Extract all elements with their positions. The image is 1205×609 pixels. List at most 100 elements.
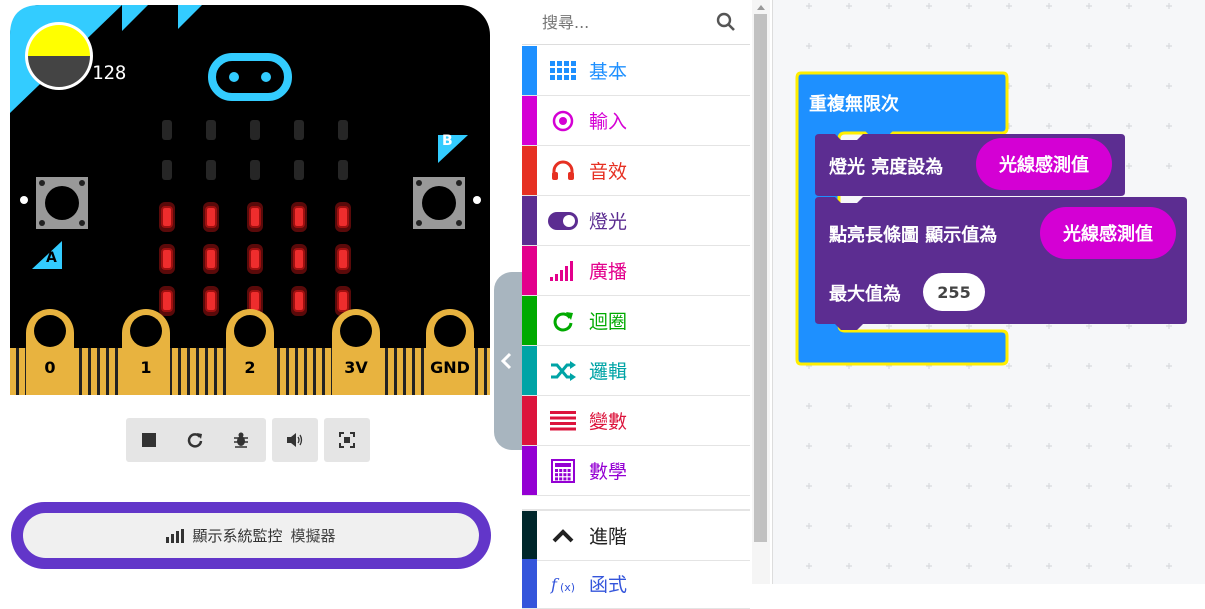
restart-button[interactable] (172, 418, 218, 462)
led-3-0 (161, 248, 173, 270)
light-sensor-reporter[interactable]: 光線感測值 (976, 138, 1112, 190)
sim-controls-screen (324, 418, 370, 462)
button-b[interactable] (413, 177, 465, 229)
signal-icon (537, 260, 589, 281)
led-2-3 (293, 206, 305, 228)
category-label: 音效 (589, 161, 628, 183)
category-label: 數學 (589, 461, 628, 483)
led-4-2 (249, 290, 261, 312)
led-4-3 (293, 290, 305, 312)
chevron-up-icon (537, 528, 589, 544)
toggle-icon (537, 211, 589, 230)
pin-label-2: 2 (244, 358, 256, 377)
stop-button[interactable] (126, 418, 172, 462)
category-color-bar (522, 511, 537, 560)
grid-icon (537, 60, 589, 81)
fullscreen-icon (339, 432, 355, 448)
pin-label-1: 1 (140, 358, 152, 377)
led-3-1 (205, 248, 217, 270)
toolbox-category-shuffle[interactable]: 邏輯 (522, 346, 750, 396)
monitor-container: 顯示系統監控 模擬器 (11, 502, 491, 569)
toolbox: 基本輸入音效燈光廣播迴圈邏輯變數數學進階 f(x)函式 (522, 0, 773, 609)
toolbox-category-lines[interactable]: 變數 (522, 396, 750, 446)
svg-text:f: f (550, 575, 560, 594)
category-label: 變數 (589, 411, 628, 433)
toolbox-category-signal[interactable]: 廣播 (522, 246, 750, 296)
category-color-bar (522, 346, 537, 395)
toolbox-category-function[interactable]: f (x) 函式 (522, 559, 750, 609)
category-label: 燈光 (589, 211, 628, 233)
category-color-bar (522, 446, 537, 495)
led-4-4 (337, 290, 349, 312)
toolbox-scroll-thumb[interactable] (754, 14, 767, 542)
toolbox-scrollbar[interactable] (752, 0, 770, 584)
headphones-icon (537, 160, 589, 182)
loop-icon (537, 310, 589, 332)
pin-label-0: 0 (44, 358, 56, 377)
light-level-value: 128 (92, 62, 127, 84)
toolbox-category-toggle[interactable]: 燈光 (522, 196, 750, 246)
toolbox-category-grid[interactable]: 基本 (522, 46, 750, 96)
category-color-bar (522, 246, 537, 295)
search-input[interactable] (522, 0, 734, 44)
bar-chart-icon (166, 528, 185, 543)
category-label: 基本 (589, 61, 628, 83)
toolbox-category-target[interactable]: 輸入 (522, 96, 750, 146)
led-2-2 (249, 206, 261, 228)
fullscreen-button[interactable] (324, 418, 370, 462)
pin-0[interactable] (26, 309, 74, 395)
chevron-left-icon (500, 352, 512, 370)
plot-bar-label: 點亮長條圖 顯示值為 (829, 225, 998, 246)
pin-1[interactable] (122, 309, 170, 395)
led-3-2 (249, 248, 261, 270)
category-color-bar (522, 296, 537, 345)
toolbox-category-headphones[interactable]: 音效 (522, 146, 750, 196)
button-a[interactable] (36, 177, 88, 229)
category-color-bar (522, 96, 537, 145)
pin-2[interactable] (226, 309, 274, 395)
pin-4[interactable] (426, 309, 474, 395)
max-value-input[interactable]: 255 (923, 273, 985, 311)
led-0-2 (250, 120, 260, 140)
blocks-workspace[interactable]: 重複無限次 燈光 亮度設為 光線感測值 點亮長條圖 顯示值為 最大值為 光線感測… (773, 0, 1205, 584)
category-color-bar (522, 46, 537, 95)
debug-icon (234, 432, 248, 448)
pin-3[interactable] (332, 309, 380, 395)
monitor-sub-label: 模擬器 (290, 527, 336, 545)
calculator-icon (537, 458, 589, 483)
category-label: 進階 (589, 526, 628, 548)
light-level-indicator[interactable] (25, 22, 93, 90)
led-0-3 (294, 120, 304, 140)
led-3-4 (337, 248, 349, 270)
button-a-label: A (46, 250, 57, 266)
led-0-0 (162, 120, 172, 140)
simulator-panel: 128 B A 0 1 2 3V GND 顯示系統監控 模擬器 (0, 0, 520, 584)
monitor-label: 顯示系統監控 (192, 527, 283, 545)
debug-button[interactable] (218, 418, 264, 462)
plot-value-reporter[interactable]: 光線感測值 (1040, 207, 1176, 259)
mute-button[interactable] (272, 418, 318, 462)
category-color-bar (522, 146, 537, 195)
toolbox-category-loop[interactable]: 迴圈 (522, 296, 750, 346)
category-label: 邏輯 (589, 361, 628, 383)
pin-label-3: 3V (344, 358, 368, 377)
toolbox-search (522, 0, 750, 45)
max-label: 最大值為 (829, 284, 901, 305)
stop-icon (142, 433, 156, 447)
button-b-label: B (442, 133, 453, 149)
target-icon (537, 110, 589, 132)
toolbox-category-chevron-up[interactable]: 進階 (522, 509, 750, 561)
shuffle-icon (537, 360, 589, 381)
restart-icon (187, 433, 203, 448)
led-0-4 (338, 120, 348, 140)
search-icon[interactable] (716, 12, 736, 32)
speaker-icon (287, 433, 303, 447)
microbit-board (10, 5, 490, 395)
toolbox-category-calculator[interactable]: 數學 (522, 446, 750, 496)
led-2-4 (337, 206, 349, 228)
category-color-bar (522, 396, 537, 445)
forever-label: 重複無限次 (809, 94, 899, 115)
svg-text:(x): (x) (560, 581, 575, 594)
category-label: 迴圈 (589, 311, 628, 333)
show-data-monitor-button[interactable]: 顯示系統監控 模擬器 (23, 513, 479, 558)
